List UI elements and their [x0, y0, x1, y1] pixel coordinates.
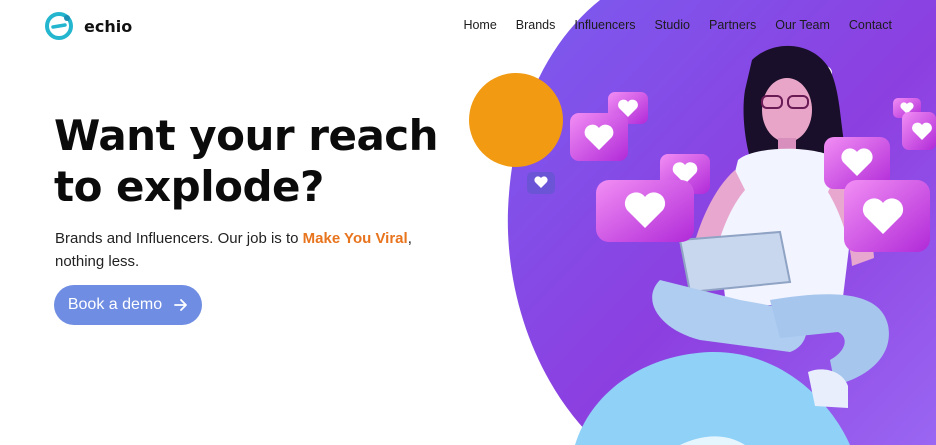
orange-circle-shape: [469, 73, 563, 167]
headline-line-1: Want your reach: [54, 111, 439, 160]
hero-subheadline: Brands and Influencers. Our job is to Ma…: [55, 227, 435, 273]
nav-item-contact[interactable]: Contact: [849, 18, 892, 32]
heart-bubble-icon: [570, 113, 628, 161]
heart-bubble-icon: [527, 172, 555, 194]
heart-bubble-icon: [844, 180, 930, 252]
nav-item-home[interactable]: Home: [463, 18, 496, 32]
subline-comma: ,: [407, 230, 412, 247]
brand-logo[interactable]: echio: [44, 11, 132, 41]
nav-item-studio[interactable]: Studio: [655, 18, 690, 32]
nav-item-brands[interactable]: Brands: [516, 18, 556, 32]
nav-item-partners[interactable]: Partners: [709, 18, 756, 32]
nav-item-our-team[interactable]: Our Team: [775, 18, 830, 32]
book-demo-label: Book a demo: [67, 296, 163, 313]
hero-headline: Want your reach to explode?: [54, 110, 474, 212]
heart-bubble-icon: [596, 180, 694, 242]
hero-illustration: [0, 0, 936, 445]
subline-line-2: nothing less.: [55, 253, 140, 270]
brand-name: echio: [84, 16, 133, 36]
heart-bubble-icon: [902, 112, 936, 150]
headline-line-2: to explode?: [54, 162, 324, 211]
nav-item-influencers[interactable]: Influencers: [574, 18, 635, 32]
subline-accent: Make You Viral: [302, 230, 408, 247]
subline-text: Brands and Influencers. Our job is to: [55, 230, 303, 247]
book-demo-button[interactable]: Book a demo: [54, 285, 202, 325]
echio-logo-icon: [45, 12, 73, 40]
arrow-right-icon: [174, 299, 188, 311]
main-nav: Home Brands Influencers Studio Partners …: [463, 18, 892, 32]
